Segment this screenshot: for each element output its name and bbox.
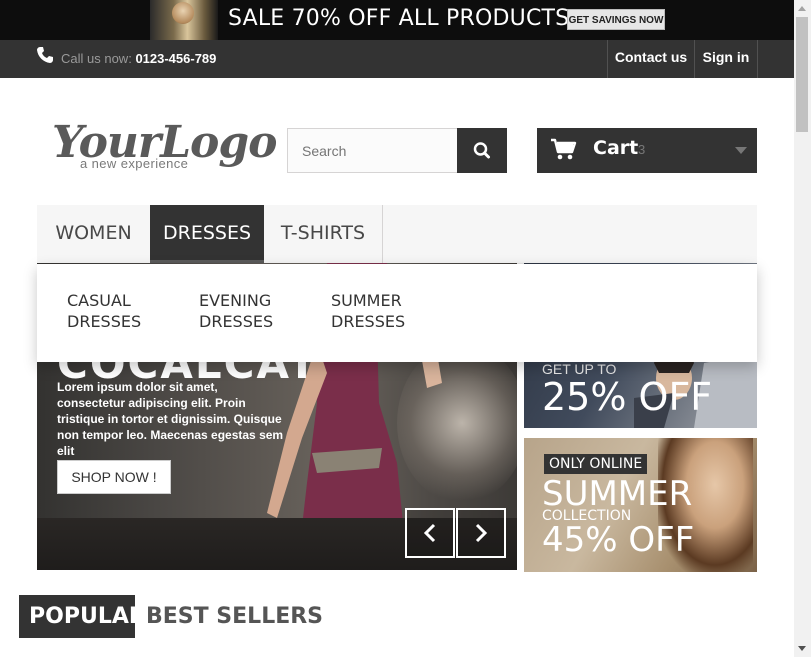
logo-tagline: a new experience [80, 156, 189, 171]
phone-icon [37, 47, 53, 63]
tile-headline: 25% OFF [542, 375, 713, 419]
call-us-text: Call us now: 0123-456-789 [61, 51, 216, 66]
page-scrollbar[interactable] [794, 0, 811, 657]
caret-down-icon [735, 147, 747, 154]
promo-model-image [150, 0, 218, 40]
only-online-badge: ONLY ONLINE [544, 454, 648, 474]
scroll-thumb[interactable] [796, 17, 808, 132]
slider-prev-button[interactable] [405, 508, 455, 558]
search-button[interactable] [457, 128, 507, 173]
tile-headline: 45% OFF [542, 520, 695, 560]
nav-divider [757, 40, 758, 78]
menu-item-women[interactable]: WOMEN [37, 205, 151, 263]
shop-now-button[interactable]: SHOP NOW ! [57, 460, 171, 494]
submenu-item-casual-dresses[interactable]: CASUAL DRESSES [67, 290, 177, 332]
chevron-right-icon [475, 523, 488, 543]
cart-quantity: 3 [638, 142, 646, 157]
promo-text: SALE 70% OFF ALL PRODUCTS [228, 6, 570, 31]
submenu-item-evening-dresses[interactable]: EVENING DRESSES [199, 290, 309, 332]
chevron-down-icon [798, 646, 806, 651]
site-logo[interactable]: YourLogo a new experience [52, 118, 278, 178]
call-us-label: Call us now: [61, 51, 132, 66]
tab-best-sellers[interactable]: BEST SELLERS [136, 595, 333, 638]
scroll-up-button[interactable] [794, 0, 811, 17]
scroll-down-button[interactable] [794, 640, 811, 657]
chevron-left-icon [423, 523, 436, 543]
menu-item-tshirts[interactable]: T-SHIRTS [264, 205, 383, 263]
phone-number: 0123-456-789 [135, 51, 217, 66]
slider-description: Lorem ipsum dolor sit amet, consectetur … [57, 380, 284, 458]
sign-in-link[interactable]: Sign in [695, 40, 757, 78]
search-input[interactable] [287, 128, 458, 173]
menu-item-dresses[interactable]: DRESSES [150, 205, 264, 263]
shopping-cart-icon [551, 138, 577, 160]
main-menu: WOMEN DRESSES T-SHIRTS [37, 205, 757, 264]
slider-next-button[interactable] [456, 508, 506, 558]
submenu-item-summer-dresses[interactable]: SUMMER DRESSES [331, 290, 441, 332]
contact-us-link[interactable]: Contact us [608, 40, 694, 78]
tab-popular[interactable]: POPULAR [19, 595, 146, 638]
cart-label: Cart [593, 137, 639, 159]
cart-button[interactable]: Cart 3 [537, 128, 757, 173]
promo-banner[interactable]: SALE 70% OFF ALL PRODUCTS GET SAVINGS NO… [0, 0, 794, 40]
get-savings-button[interactable]: GET SAVINGS NOW [567, 9, 665, 30]
search-icon [473, 142, 490, 159]
chevron-up-icon [798, 6, 806, 11]
promo-tile-summer[interactable]: ONLY ONLINE SUMMER COLLECTION 45% OFF [524, 438, 757, 572]
dresses-submenu: CASUAL DRESSES EVENING DRESSES SUMMER DR… [37, 264, 757, 362]
